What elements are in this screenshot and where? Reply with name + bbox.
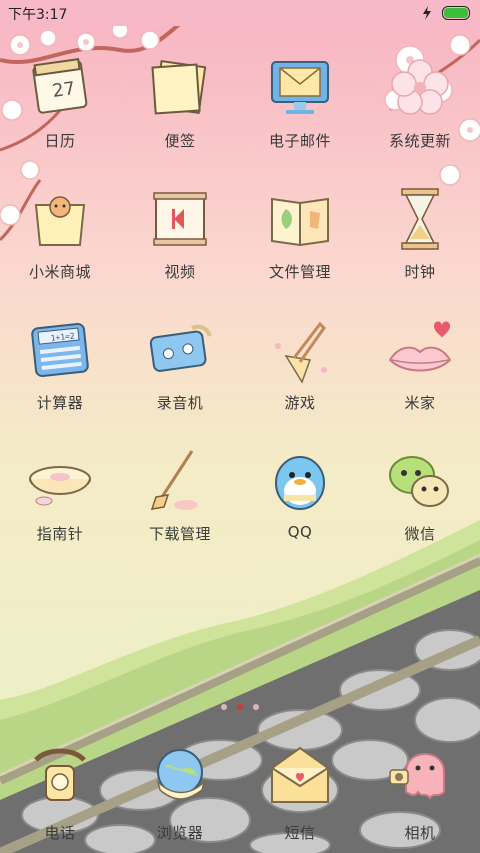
- notes-icon: [151, 60, 207, 115]
- battery-fill: [444, 8, 468, 18]
- app-clock[interactable]: 时钟: [360, 183, 480, 314]
- bowl-compass-icon: [29, 466, 91, 506]
- globe-icon: [156, 749, 206, 800]
- shuttlecock-icon: [275, 321, 327, 384]
- dock-sms[interactable]: 短信: [240, 740, 360, 846]
- app-label: 下载管理: [148, 525, 211, 543]
- app-label: 计算器: [36, 394, 84, 412]
- dock-browser[interactable]: 浏览器: [120, 740, 240, 846]
- app-compass[interactable]: 指南针: [0, 445, 120, 576]
- envelope-heart-icon: [271, 746, 329, 803]
- app-recorder[interactable]: 录音机: [120, 314, 240, 445]
- app-wechat[interactable]: 微信: [360, 445, 480, 576]
- app-label: 相机: [404, 824, 436, 842]
- open-book-icon: [271, 197, 329, 247]
- app-system-update[interactable]: 系统更新: [360, 52, 480, 183]
- app-label: 浏览器: [156, 824, 204, 842]
- email-monitor-icon: [271, 61, 329, 114]
- dock-phone[interactable]: 电话: [0, 740, 120, 846]
- page-dot: [221, 704, 227, 710]
- broom-icon: [150, 450, 198, 510]
- app-downloads[interactable]: 下载管理: [120, 445, 240, 576]
- octopus-camera-icon: [389, 753, 445, 800]
- status-time: 下午3:17: [8, 7, 68, 23]
- status-bar: 下午3:17: [0, 0, 480, 26]
- app-label: 日历: [44, 132, 76, 150]
- blossom-icon: [391, 59, 449, 115]
- battery-icon: [442, 6, 470, 20]
- wechat-bubbles-icon: [389, 456, 449, 507]
- charging-bolt-icon: [423, 6, 431, 20]
- dock-camera[interactable]: 相机: [360, 740, 480, 846]
- dock: 电话 浏览器 短信 相机: [0, 740, 480, 846]
- app-label: 视频: [164, 263, 196, 281]
- app-label: 电话: [44, 824, 76, 842]
- app-qq[interactable]: QQ: [240, 445, 360, 576]
- page-dot: [253, 704, 259, 710]
- app-label: 电子邮件: [268, 132, 331, 150]
- calendar-day: 27: [51, 78, 77, 102]
- app-grid: 27 日历 便签 电子邮件 系统更新 小米商城 视频 文件管理 时钟 1+1=2…: [0, 52, 480, 576]
- app-calculator[interactable]: 1+1=2 计算器: [0, 314, 120, 445]
- app-label: 系统更新: [388, 132, 451, 150]
- app-games[interactable]: 游戏: [240, 314, 360, 445]
- app-label: 米家: [404, 394, 436, 412]
- app-email[interactable]: 电子邮件: [240, 52, 360, 183]
- app-file-manager[interactable]: 文件管理: [240, 183, 360, 314]
- app-label: 指南针: [36, 525, 84, 543]
- status-icons: [422, 5, 470, 21]
- app-label: QQ: [287, 523, 313, 541]
- app-mi-home[interactable]: 米家: [360, 314, 480, 445]
- calendar-icon: 27: [32, 58, 88, 114]
- cassette-tape-icon: [149, 324, 212, 372]
- app-notes[interactable]: 便签: [120, 52, 240, 183]
- app-label: 游戏: [284, 394, 316, 412]
- app-video[interactable]: 视频: [120, 183, 240, 314]
- app-label: 录音机: [156, 394, 204, 412]
- app-label: 小米商城: [28, 263, 91, 281]
- page-indicator[interactable]: [218, 703, 262, 711]
- vintage-phone-icon: [34, 748, 86, 801]
- page-dot-current: [237, 704, 243, 710]
- lips-hearts-icon: [388, 321, 452, 372]
- app-label: 便签: [164, 132, 196, 150]
- calculator-icon: 1+1=2: [31, 323, 89, 377]
- qq-penguin-icon: [275, 456, 325, 510]
- app-mi-store[interactable]: 小米商城: [0, 183, 120, 314]
- app-label: 微信: [404, 525, 436, 543]
- app-label: 文件管理: [268, 263, 331, 281]
- shopping-bag-cat-icon: [34, 196, 86, 246]
- app-label: 时钟: [404, 263, 436, 281]
- app-calendar[interactable]: 27 日历: [0, 52, 120, 183]
- hourglass-icon: [401, 188, 439, 250]
- app-label: 短信: [284, 824, 316, 842]
- video-scroll-icon: [153, 192, 207, 246]
